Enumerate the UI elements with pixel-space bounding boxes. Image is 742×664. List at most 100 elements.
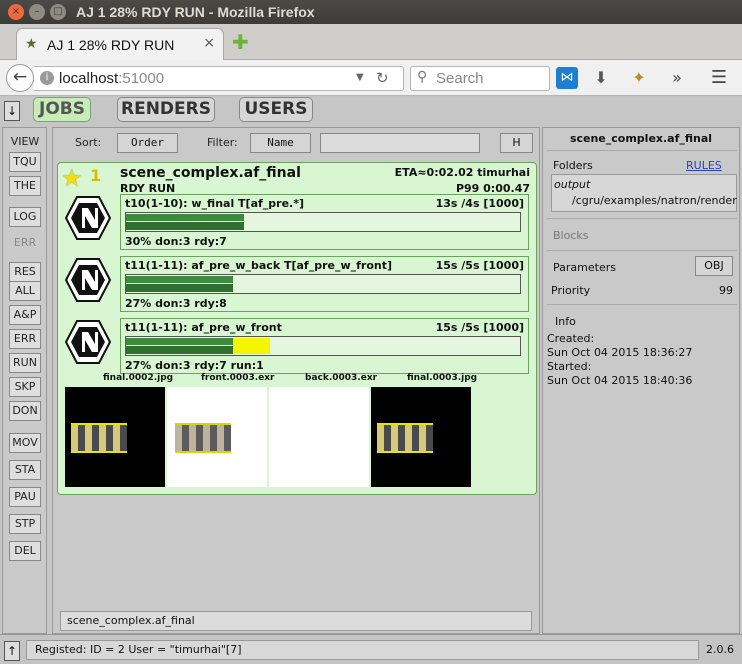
new-tab-plus-icon[interactable]: ✚ — [232, 30, 249, 54]
thumbnail-image[interactable] — [371, 387, 471, 487]
thumbnail-image[interactable] — [167, 387, 267, 487]
all-button[interactable]: ALL — [9, 281, 41, 301]
download-icon[interactable]: ⬇ — [590, 67, 612, 89]
version-label: 2.0.6 — [706, 643, 734, 656]
job-eta: ETA≈0:02.02 timurhai — [394, 166, 530, 179]
output-folder-box[interactable]: output /cgru/examples/natron/render — [551, 174, 737, 212]
url-bar[interactable]: i localhost:51000 ▼ ↻ — [34, 66, 404, 91]
stp-button[interactable]: STP — [9, 514, 41, 534]
info-icon[interactable]: i — [40, 71, 54, 85]
task-block[interactable]: t11(1-11): af_pre_w_front 15s /5s [1000]… — [120, 318, 529, 374]
blocks-section — [547, 218, 737, 219]
natron-logo-icon — [65, 258, 111, 302]
block-stats: 27% don:3 rdy:7 run:1 — [125, 359, 264, 372]
window-title: AJ 1 28% RDY RUN - Mozilla Firefox — [76, 4, 315, 20]
checker-pattern — [175, 423, 231, 453]
obj-button[interactable]: OBJ — [695, 256, 733, 276]
a-and-p-button[interactable]: A&P — [9, 305, 41, 325]
del-button[interactable]: DEL — [9, 541, 41, 561]
the-button[interactable]: THE — [9, 176, 41, 196]
back-icon[interactable]: ← — [6, 64, 34, 92]
window-minimize-button[interactable]: – — [29, 4, 45, 20]
window-close-button[interactable]: × — [8, 4, 24, 20]
job-info-panel: scene_complex.af_final Folders RULES out… — [542, 127, 740, 634]
tab-renders[interactable]: RENDERS — [117, 97, 215, 122]
browser-tab-strip: ★ AJ 1 28% RDY RUN × ✚ — [0, 24, 742, 60]
res-button[interactable]: RES — [9, 262, 41, 282]
folders-section — [547, 150, 737, 151]
thumbnail-image[interactable] — [269, 387, 369, 487]
task-block[interactable]: t10(1-10): w_final T[af_pre.*] 13s /4s [… — [120, 194, 529, 250]
skp-button[interactable]: SKP — [9, 377, 41, 397]
filter-label: Filter: — [207, 136, 238, 149]
star-icon: ★ — [61, 164, 83, 192]
created-value: Sun Oct 04 2015 18:36:27 — [547, 346, 693, 359]
window-titlebar: × – □ AJ 1 28% RDY RUN - Mozilla Firefox — [0, 0, 742, 24]
thumbnail-strip: final.0002.jpg front.0003.exr back.0003.… — [65, 373, 535, 493]
search-input[interactable]: ⚲ Search — [410, 66, 550, 91]
rules-link[interactable]: RULES — [686, 159, 722, 172]
filter-type-select[interactable]: Name — [250, 133, 311, 153]
sta-button[interactable]: STA — [9, 460, 41, 480]
menu-icon[interactable]: ☰ — [708, 67, 730, 89]
block-progress-bar — [125, 336, 521, 356]
top-button-row: ↓ JOBS RENDERS USERS — [0, 97, 742, 125]
addon-icon[interactable]: ✦ — [628, 67, 650, 89]
browser-tab-title: AJ 1 28% RDY RUN — [47, 37, 175, 53]
job-card[interactable]: ★ 1 scene_complex.af_final RDY RUN ETA≈0… — [57, 162, 537, 495]
overflow-icon[interactable]: » — [666, 67, 688, 89]
checker-pattern — [377, 423, 433, 453]
blocks-label: Blocks — [553, 229, 589, 242]
output-label: output — [554, 178, 591, 191]
block-stats: 27% don:3 rdy:8 — [125, 297, 227, 310]
thumbnail-image[interactable] — [65, 387, 165, 487]
block-progress-fill — [126, 214, 244, 221]
err-button[interactable]: ERR — [9, 329, 41, 349]
priority-label: Priority — [551, 284, 591, 297]
collapse-arrow-button[interactable]: ↓ — [4, 101, 20, 121]
tab-users[interactable]: USERS — [239, 97, 313, 122]
panel-title: scene_complex.af_final — [569, 132, 713, 145]
task-block[interactable]: t11(1-11): af_pre_w_back T[af_pre_w_fron… — [120, 256, 529, 312]
info-label: Info — [555, 315, 576, 328]
window-maximize-button[interactable]: □ — [50, 4, 66, 20]
thumbnail-label: final.0003.jpg — [407, 373, 478, 383]
browser-tab[interactable]: ★ AJ 1 28% RDY RUN × — [16, 28, 224, 60]
don-button[interactable]: DON — [9, 401, 41, 421]
extension-icon[interactable]: ⋈ — [556, 67, 578, 89]
pau-button[interactable]: PAU — [9, 487, 41, 507]
log-button[interactable]: LOG — [9, 207, 41, 227]
afanasy-main: ↓ JOBS RENDERS USERS VIEW TQU THE LOG ER… — [0, 97, 742, 664]
hide-button[interactable]: H — [500, 133, 533, 153]
dropdown-icon[interactable]: ▼ — [356, 72, 364, 83]
url-port: :51000 — [118, 70, 165, 87]
tqu-button[interactable]: TQU — [9, 152, 41, 172]
mov-button[interactable]: MOV — [9, 433, 41, 453]
priority-value: 99 — [719, 284, 733, 297]
filter-input[interactable] — [320, 133, 480, 153]
block-done-fill — [126, 346, 233, 354]
natron-logo-icon — [65, 320, 111, 364]
err-label: ERR — [13, 236, 37, 249]
status-message: Registed: ID = 2 User = "timurhai"[7] — [26, 640, 699, 660]
sort-filter-bar: Sort: Order Filter: Name H — [53, 131, 539, 153]
search-placeholder: Search — [436, 70, 484, 87]
url-host: localhost — [59, 70, 119, 87]
tab-jobs[interactable]: JOBS — [33, 97, 91, 122]
block-time: 15s /5s [1000] — [435, 259, 524, 272]
status-arrow-button[interactable]: ↑ — [4, 641, 20, 661]
job-name: scene_complex.af_final — [120, 165, 301, 181]
reload-icon[interactable]: ↻ — [376, 69, 389, 87]
thumbnail-label: final.0002.jpg — [103, 373, 174, 383]
run-button[interactable]: RUN — [9, 353, 41, 373]
block-time: 13s /4s [1000] — [435, 197, 524, 210]
sort-select[interactable]: Order — [117, 133, 178, 153]
started-value: Sun Oct 04 2015 18:40:36 — [547, 374, 693, 387]
folders-label: Folders — [553, 159, 593, 172]
tab-close-icon[interactable]: × — [203, 35, 215, 51]
selected-job-name: scene_complex.af_final — [60, 611, 532, 631]
search-icon: ⚲ — [417, 69, 428, 85]
star-number: 1 — [90, 166, 102, 185]
view-label: VIEW — [10, 135, 40, 148]
browser-navbar: ← i localhost:51000 ▼ ↻ ⚲ Search ⋈ ⬇ ✦ »… — [0, 60, 742, 96]
